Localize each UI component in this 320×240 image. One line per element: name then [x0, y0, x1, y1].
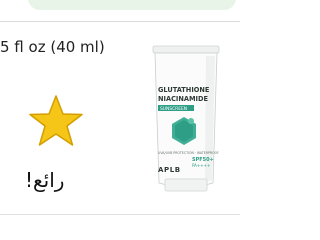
product-brand: APLB — [158, 166, 181, 174]
rating-label: رائع! — [25, 168, 65, 192]
product-tag: SUNSCREEN — [160, 106, 187, 112]
product-image[interactable]: GLUTATHIONE NIACINAMIDE SUNSCREEN UVA/UV… — [146, 44, 226, 194]
star-icon — [29, 95, 83, 146]
divider — [0, 21, 240, 22]
rating-star-icon — [28, 94, 84, 148]
product-pa: PA++++ — [192, 163, 210, 168]
product-size: 5 fl oz (40 ml) — [0, 38, 105, 56]
product-small-text: UVA/UVB PROTECTION · WATERPROOF — [158, 151, 219, 155]
divider — [0, 214, 240, 215]
product-review-card: 5 fl oz (40 ml) رائع! GLUTATHIONE NIACIN… — [0, 0, 240, 240]
top-banner — [28, 0, 236, 10]
product-line1: GLUTATHIONE — [158, 86, 210, 94]
product-line2: NIACINAMIDE — [158, 95, 208, 103]
